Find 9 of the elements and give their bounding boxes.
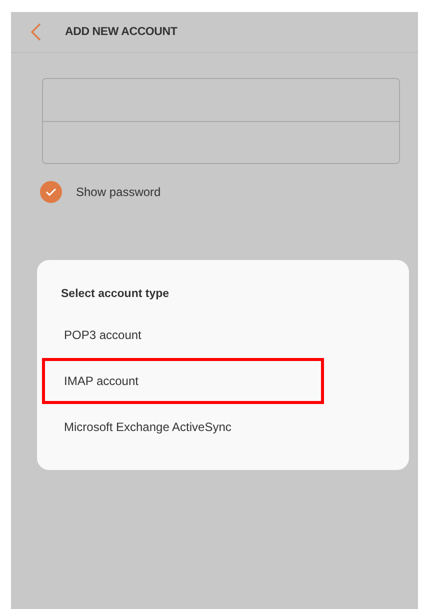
account-type-option[interactable]: IMAP account (42, 358, 324, 404)
account-type-option[interactable]: POP3 account (42, 312, 324, 358)
check-icon (45, 187, 57, 197)
dialog-title: Select account type (60, 287, 170, 302)
show-password-checkbox[interactable] (40, 181, 62, 203)
back-icon[interactable] (31, 23, 41, 41)
show-password-label: Show password (76, 185, 161, 199)
screen-title: ADD NEW ACCOUNT (65, 26, 178, 38)
account-type-option[interactable]: Microsoft Exchange ActiveSync (42, 404, 324, 450)
